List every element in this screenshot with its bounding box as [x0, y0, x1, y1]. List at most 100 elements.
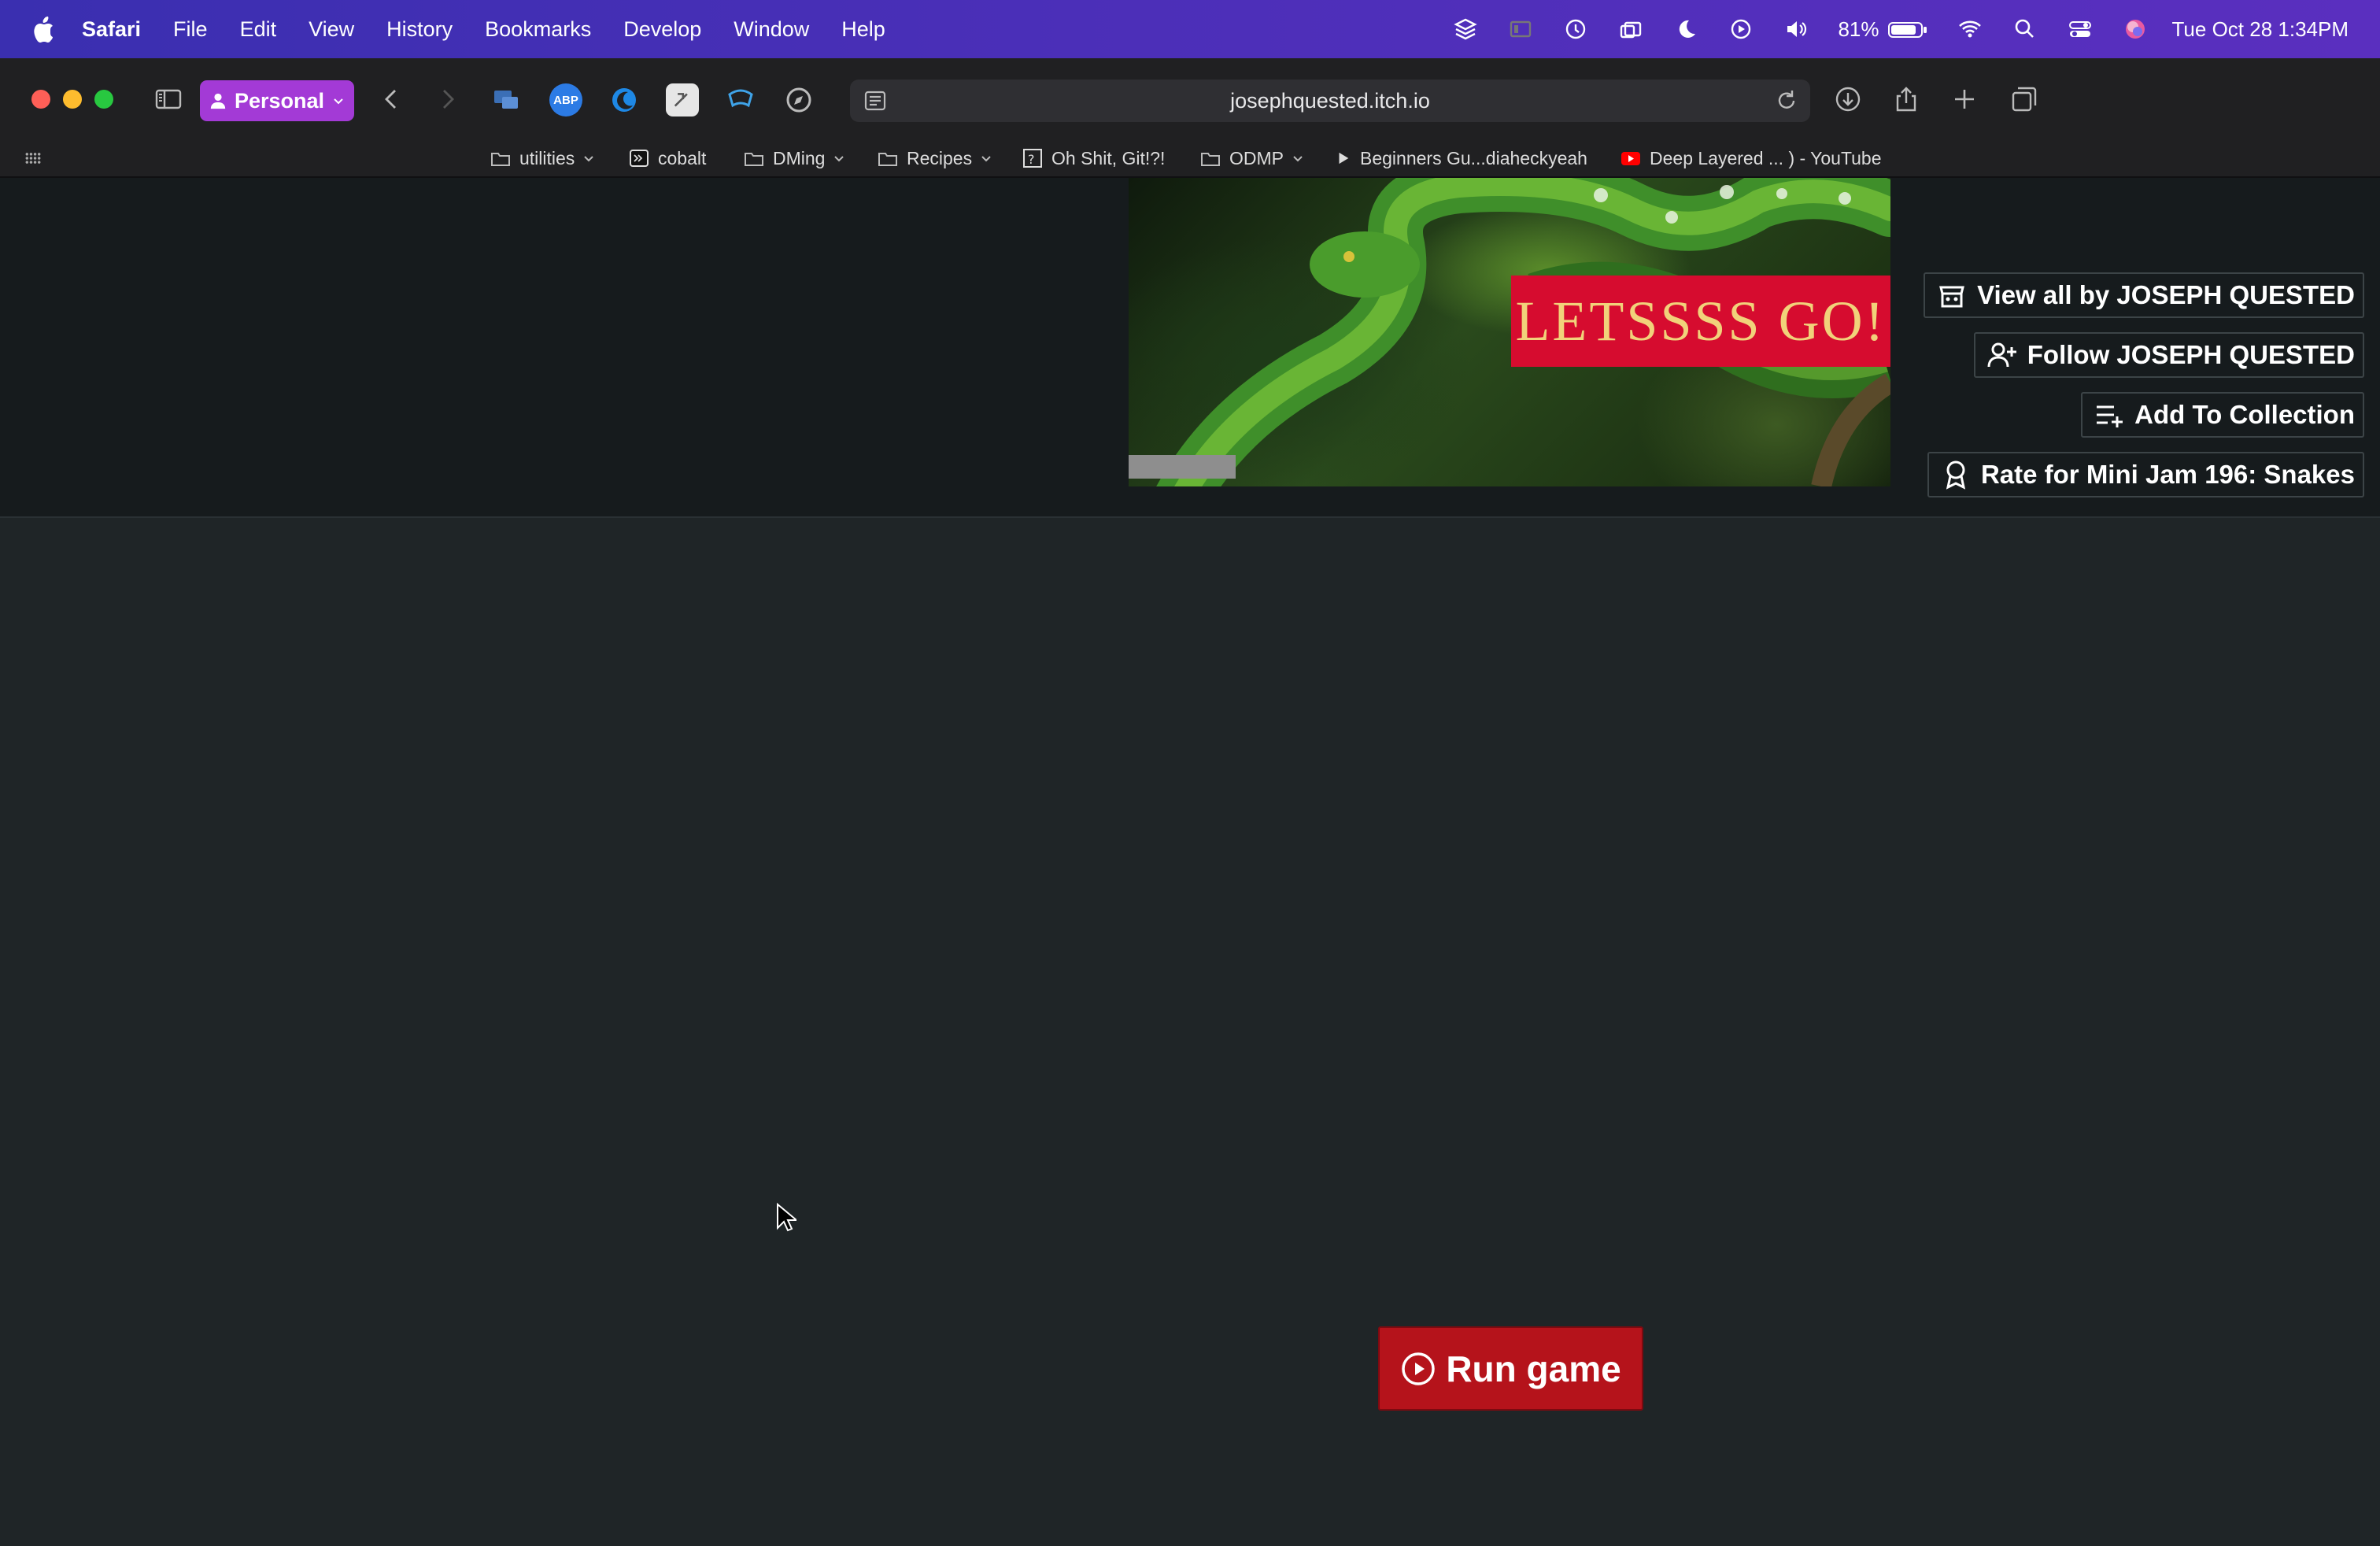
terminal-icon — [630, 150, 649, 167]
clock[interactable]: Tue Oct 28 1:34PM — [2172, 17, 2349, 42]
menu-bar: Safari File Edit View History Bookmarks … — [0, 0, 2380, 58]
wipr-extension-icon[interactable] — [724, 83, 757, 117]
apple-logo-icon[interactable] — [31, 16, 55, 43]
banner-gray-bar — [1129, 455, 1236, 479]
zoom-window-button[interactable] — [94, 90, 113, 109]
add-to-collection-label: Add To Collection — [2134, 400, 2355, 429]
close-window-button[interactable] — [31, 90, 50, 109]
bookmark-label: Recipes — [907, 147, 973, 168]
play-circle-icon[interactable] — [1728, 16, 1754, 43]
menu-develop[interactable]: Develop — [623, 17, 701, 42]
menu-history[interactable]: History — [386, 17, 453, 42]
chevron-down-icon — [584, 156, 594, 162]
downloads-icon[interactable] — [1831, 82, 1865, 117]
tab-overview-icon[interactable] — [2007, 82, 2042, 117]
battery-icon[interactable] — [1887, 16, 1928, 43]
menu-file[interactable]: File — [173, 17, 208, 42]
banner-letsssss-go-label: LETSSSS GO! — [1511, 276, 1890, 367]
person-icon — [210, 93, 226, 109]
bookmark-recipes[interactable]: Recipes — [877, 147, 992, 169]
moon-icon[interactable] — [1672, 16, 1699, 43]
toolkit-extension-icon[interactable] — [666, 83, 699, 117]
view-all-button[interactable]: View all by JOSEPH QUESTED — [1924, 272, 2364, 318]
reload-icon[interactable] — [1772, 87, 1801, 120]
bookmark-label: utilities — [519, 147, 575, 168]
bookmarks-bar: utilities cobalt DMing Recipes ? Oh Shit… — [0, 139, 2380, 178]
sidebar-toggle-icon[interactable] — [151, 82, 186, 117]
bookmark-label: DMing — [773, 147, 826, 168]
folder-icon — [1201, 153, 1220, 166]
status-area: 81% Tue Oct 28 1:34PM — [1424, 0, 2380, 58]
apps-grid-icon[interactable] — [24, 149, 42, 168]
mouse-cursor-icon — [777, 1203, 796, 1232]
siri-icon[interactable] — [2122, 16, 2149, 43]
compass-extension-icon[interactable] — [782, 83, 815, 117]
menu-edit[interactable]: Edit — [240, 17, 277, 42]
dark-reader-extension-icon[interactable] — [608, 83, 641, 117]
menu-window[interactable]: Window — [734, 17, 809, 42]
stage-manager-icon[interactable] — [1617, 16, 1644, 43]
wifi-icon[interactable] — [1957, 16, 1983, 43]
folder-icon — [745, 153, 763, 166]
store-icon — [1939, 286, 1965, 308]
bookmark-label: Beginners Gu...diaheckyeah — [1360, 147, 1587, 168]
menu-safari[interactable]: Safari — [82, 17, 141, 42]
chevron-down-icon — [1293, 156, 1303, 162]
bookmark-cobalt[interactable]: cobalt — [628, 147, 706, 169]
minimize-window-button[interactable] — [63, 90, 82, 109]
bookmark-beginners-guide[interactable]: Beginners Gu...diaheckyeah — [1335, 148, 1587, 169]
award-icon — [1946, 460, 1966, 490]
back-button[interactable] — [375, 82, 409, 117]
bookmark-label: Oh Shit, Git!?! — [1051, 147, 1166, 168]
bookmark-utilities[interactable]: utilities — [490, 147, 595, 169]
game-banner: LETSSSS GO! — [1129, 178, 1890, 486]
folder-icon — [878, 153, 897, 166]
youtube-icon — [1621, 152, 1640, 165]
extension-screens-icon[interactable] — [490, 83, 523, 117]
add-list-icon — [2097, 405, 2123, 427]
site-icon: ? — [1023, 149, 1042, 168]
chevron-down-icon — [334, 98, 343, 105]
chevron-down-icon — [834, 156, 844, 162]
bookmark-label: cobalt — [658, 147, 707, 168]
new-tab-icon[interactable] — [1947, 82, 1982, 117]
share-icon[interactable] — [1889, 82, 1924, 117]
play-icon — [1339, 152, 1349, 165]
rate-label: Rate for Mini Jam 196: Snakes — [1980, 460, 2355, 489]
add-to-collection-button[interactable]: Add To Collection — [2081, 392, 2364, 438]
menu-help[interactable]: Help — [841, 17, 885, 42]
add-user-icon — [1987, 342, 2016, 368]
follow-label: Follow JOSEPH QUESTED — [2027, 340, 2355, 369]
bookmark-oh-shit-git[interactable]: ? Oh Shit, Git!?! — [1022, 147, 1165, 169]
play-circle-icon — [1402, 1352, 1436, 1385]
url-text: josephquested.itch.io — [1230, 88, 1430, 113]
bookmark-label: Deep Layered ... ) - YouTube — [1650, 147, 1882, 168]
run-game-button[interactable]: Run game — [1378, 1326, 1643, 1411]
adblock-extension-icon[interactable]: ABP — [549, 83, 582, 117]
menu-view[interactable]: View — [309, 17, 354, 42]
chevron-down-icon — [981, 156, 991, 162]
address-bar[interactable]: josephquested.itch.io — [850, 80, 1810, 122]
screen-mirror-icon[interactable] — [1507, 16, 1534, 43]
layers-icon[interactable] — [1452, 16, 1479, 43]
follow-button[interactable]: Follow JOSEPH QUESTED — [1973, 332, 2364, 378]
battery-percent: 81% — [1838, 17, 1879, 41]
bookmark-dming[interactable]: DMing — [743, 147, 845, 169]
folder-icon — [491, 153, 510, 166]
bookmark-label: ODMP — [1229, 147, 1284, 168]
web-page: LETSSSS GO! View all by JOSEPH QUESTED F… — [0, 178, 2380, 1546]
profile-label: Personal — [234, 88, 325, 113]
page-menu-icon[interactable] — [861, 87, 889, 120]
run-game-label: Run game — [1446, 1348, 1621, 1389]
forward-button[interactable] — [430, 82, 464, 117]
volume-icon[interactable] — [1783, 16, 1809, 43]
time-machine-icon[interactable] — [1562, 16, 1589, 43]
control-center-icon[interactable] — [2067, 16, 2094, 43]
menu-bookmarks[interactable]: Bookmarks — [485, 17, 591, 42]
bookmark-youtube[interactable]: Deep Layered ... ) - YouTube — [1620, 147, 1882, 169]
search-icon[interactable] — [2012, 16, 2038, 43]
bookmark-odmp[interactable]: ODMP — [1199, 147, 1304, 169]
rate-button[interactable]: Rate for Mini Jam 196: Snakes — [1927, 452, 2364, 497]
view-all-label: View all by JOSEPH QUESTED — [1977, 280, 2355, 309]
profile-button[interactable]: Personal — [200, 80, 354, 121]
